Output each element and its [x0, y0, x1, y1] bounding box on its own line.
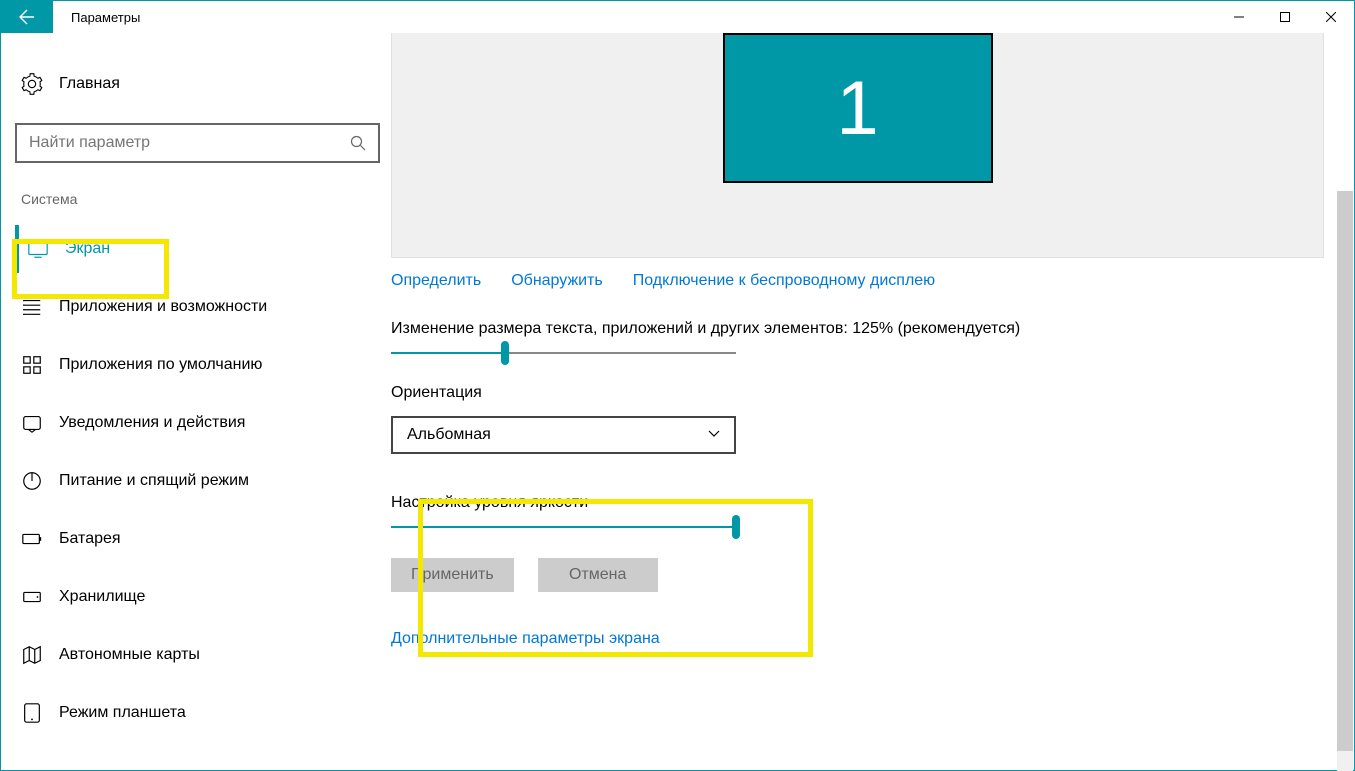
- home-label: Главная: [59, 75, 120, 93]
- detect-link[interactable]: Обнаружить: [511, 272, 603, 290]
- sidebar-item-7[interactable]: Автономные карты: [15, 631, 377, 679]
- notifications-icon: [21, 412, 43, 434]
- search-input-container[interactable]: [15, 123, 380, 163]
- cancel-button[interactable]: Отмена: [538, 558, 658, 592]
- wireless-display-link[interactable]: Подключение к беспроводному дисплею: [633, 272, 935, 290]
- sidebar-item-label: Батарея: [59, 530, 121, 548]
- sidebar-item-1[interactable]: Приложения и возможности: [15, 283, 377, 331]
- scale-slider[interactable]: [391, 352, 736, 354]
- brightness-slider-fill: [391, 526, 736, 528]
- window-title: Параметры: [71, 10, 140, 25]
- sidebar-item-4[interactable]: Питание и спящий режим: [15, 457, 377, 505]
- orientation-value: Альбомная: [407, 426, 491, 444]
- sidebar-item-label: Приложения и возможности: [59, 298, 267, 316]
- sidebar-item-label: Хранилище: [59, 588, 145, 606]
- back-button[interactable]: [1, 1, 53, 33]
- brightness-slider-thumb[interactable]: [732, 515, 740, 539]
- display-icon: [27, 238, 49, 260]
- sidebar-item-3[interactable]: Уведомления и действия: [15, 399, 377, 447]
- battery-icon: [21, 528, 43, 550]
- maps-icon: [21, 644, 43, 666]
- sidebar-item-label: Режим планшета: [59, 704, 186, 722]
- sidebar-item-0[interactable]: Экран: [15, 225, 377, 273]
- sidebar-item-label: Приложения по умолчанию: [59, 356, 262, 374]
- close-icon: [1326, 12, 1336, 22]
- power-icon: [21, 470, 43, 492]
- sidebar-item-6[interactable]: Хранилище: [15, 573, 377, 621]
- brightness-label: Настройка уровня яркости: [391, 494, 1324, 512]
- arrow-left-icon: [19, 9, 35, 25]
- maximize-icon: [1280, 12, 1290, 22]
- section-title: Система: [15, 191, 377, 207]
- scrollbar-thumb[interactable]: [1337, 191, 1353, 751]
- default-apps-icon: [21, 354, 43, 376]
- brightness-slider[interactable]: [391, 526, 736, 528]
- display-preview-area[interactable]: 1: [391, 33, 1324, 258]
- scrollbar[interactable]: [1337, 191, 1353, 771]
- chevron-down-icon: [708, 426, 720, 444]
- sidebar-item-label: Питание и спящий режим: [59, 472, 249, 490]
- apps-icon: [21, 296, 43, 318]
- tablet-icon: [21, 702, 43, 724]
- sidebar-item-2[interactable]: Приложения по умолчанию: [15, 341, 377, 389]
- sidebar-item-label: Автономные карты: [59, 646, 200, 664]
- orientation-dropdown[interactable]: Альбомная: [391, 416, 736, 454]
- search-icon: [350, 135, 366, 151]
- scale-slider-fill: [391, 352, 505, 354]
- minimize-button[interactable]: [1216, 1, 1262, 33]
- home-link[interactable]: Главная: [15, 63, 377, 105]
- storage-icon: [21, 586, 43, 608]
- advanced-display-link[interactable]: Дополнительные параметры экрана: [391, 630, 660, 648]
- sidebar-item-8[interactable]: Режим планшета: [15, 689, 377, 737]
- minimize-icon: [1234, 12, 1244, 22]
- search-input[interactable]: [29, 134, 350, 152]
- sidebar-item-label: Экран: [65, 240, 110, 258]
- orientation-label: Ориентация: [391, 384, 1324, 402]
- identify-link[interactable]: Определить: [391, 272, 481, 290]
- close-button[interactable]: [1308, 1, 1354, 33]
- monitor-1[interactable]: 1: [723, 33, 993, 183]
- scale-slider-thumb[interactable]: [501, 341, 509, 365]
- scale-label: Изменение размера текста, приложений и д…: [391, 320, 1324, 338]
- sidebar-item-label: Уведомления и действия: [59, 414, 245, 432]
- apply-button[interactable]: Применить: [391, 558, 514, 592]
- gear-icon: [21, 73, 43, 95]
- sidebar-item-5[interactable]: Батарея: [15, 515, 377, 563]
- maximize-button[interactable]: [1262, 1, 1308, 33]
- monitor-number: 1: [836, 65, 878, 152]
